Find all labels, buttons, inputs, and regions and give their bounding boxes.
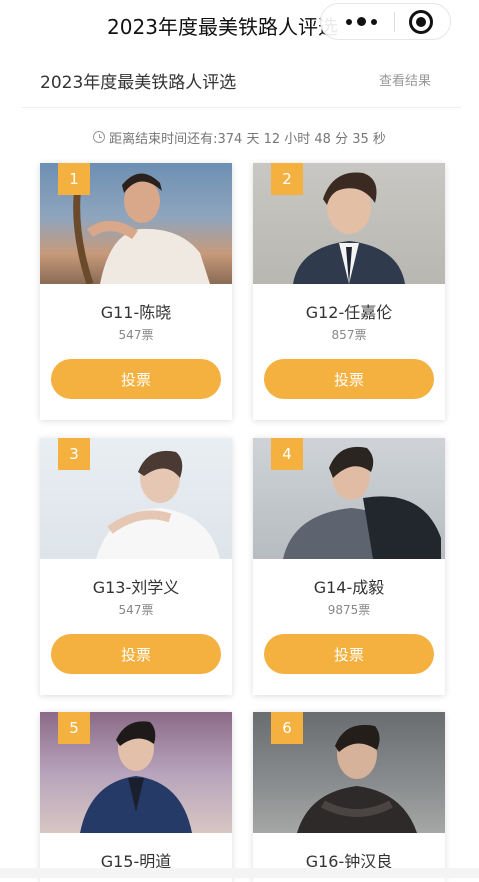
countdown-text: 距离结束时间还有:374 天 12 小时 48 分 35 秒 (109, 131, 386, 147)
clock-icon (93, 131, 106, 143)
vote-count: 547票 (118, 603, 154, 617)
vote-button[interactable]: 投票 (51, 359, 221, 399)
candidate-card[interactable]: 4 G14-成毅 9875票 投票 (253, 438, 445, 695)
rank-badge: 1 (58, 163, 90, 195)
vote-button[interactable]: 投票 (51, 634, 221, 674)
navigation-bar: 2023年度最美铁路人评选 (0, 0, 479, 48)
rank-badge: 4 (271, 438, 303, 470)
capsule-divider (394, 12, 395, 32)
mini-program-capsule (320, 3, 451, 40)
candidate-card[interactable]: 1 G11-陈晓 547票 投票 (40, 163, 232, 420)
vote-count: 547票 (118, 328, 154, 342)
view-results-link[interactable]: 查看结果 (379, 70, 431, 89)
vote-count: 857票 (331, 328, 367, 342)
candidate-card[interactable]: 5 G15-明道 (40, 712, 232, 882)
candidate-card[interactable]: 2 G12-任嘉伦 857票 投票 (253, 163, 445, 420)
candidate-name: G14-成毅 (313, 578, 385, 597)
vote-count: 9875票 (327, 603, 371, 617)
vote-button[interactable]: 投票 (264, 359, 434, 399)
candidate-name: G13-刘学义 (92, 578, 180, 597)
rank-badge: 2 (271, 163, 303, 195)
more-dots-icon[interactable] (333, 4, 389, 39)
countdown: 距离结束时间还有:374 天 12 小时 48 分 35 秒 (0, 127, 479, 147)
target-close-icon[interactable] (409, 10, 433, 34)
bottom-edge (0, 868, 479, 878)
rank-badge: 5 (58, 712, 90, 744)
page-header: 2023年度最美铁路人评选 查看结果 (22, 60, 461, 108)
candidate-name: G11-陈晓 (100, 303, 172, 322)
rank-badge: 6 (271, 712, 303, 744)
page-title: 2023年度最美铁路人评选 (40, 73, 237, 93)
candidate-name: G12-任嘉伦 (305, 303, 393, 322)
candidate-card[interactable]: 3 G13-刘学义 547票 投票 (40, 438, 232, 695)
candidate-card[interactable]: 6 G16-钟汉良 (253, 712, 445, 882)
rank-badge: 3 (58, 438, 90, 470)
vote-button[interactable]: 投票 (264, 634, 434, 674)
